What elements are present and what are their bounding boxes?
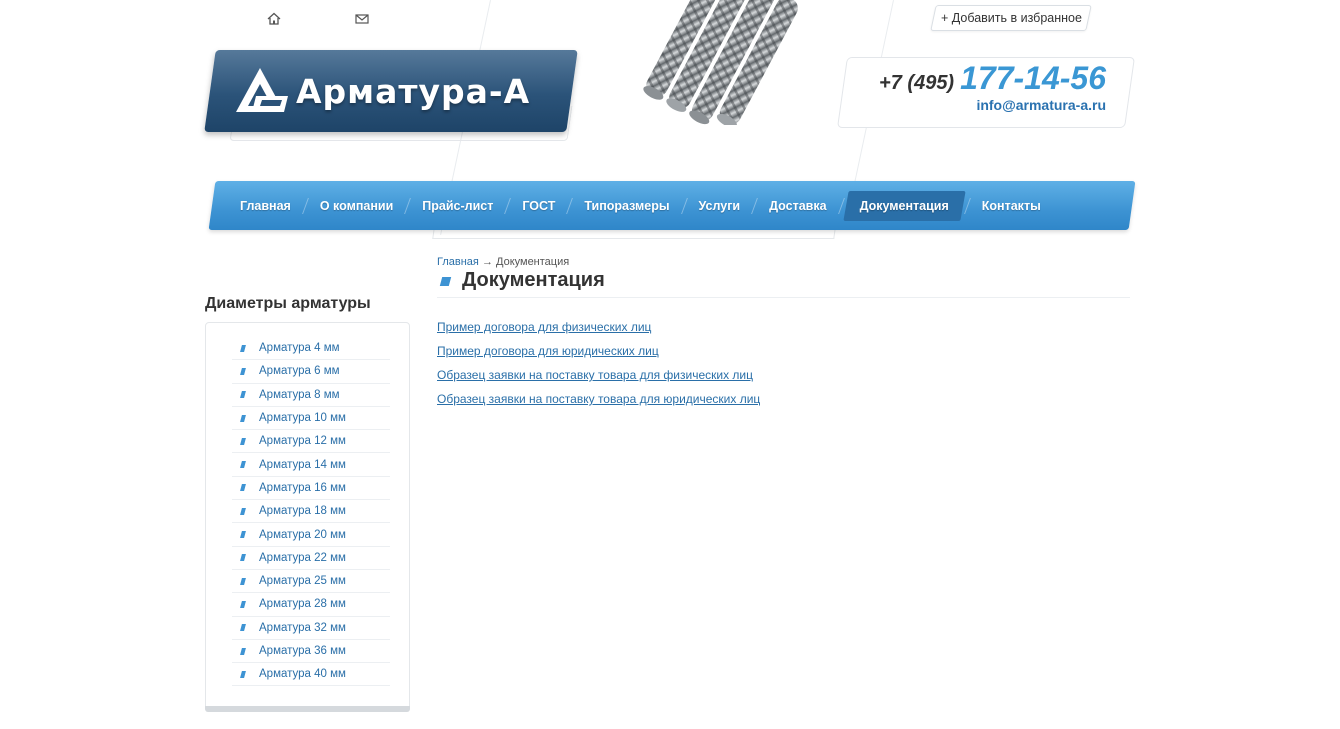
sidebar-item[interactable]: Арматура 20 мм (232, 523, 390, 547)
sidebar-title: Диаметры арматуры (205, 295, 371, 312)
sidebar-list: Арматура 4 мм Арматура 6 мм Арматура 8 м… (232, 337, 390, 687)
bullet-icon (240, 554, 246, 562)
add-to-favorites-label: + Добавить в избранное (940, 11, 1082, 25)
sidebar-item-label: Арматура 8 мм (259, 388, 340, 401)
add-to-favorites-button[interactable]: + Добавить в избранное (930, 5, 1092, 31)
logo-mark-icon (236, 68, 288, 112)
nav-item-documentation-label: Документация (859, 198, 949, 213)
sidebar-item-label: Арматура 22 мм (259, 551, 346, 564)
breadcrumb: Главная → Документация (437, 256, 569, 268)
sidebar-bottom-bar (205, 706, 410, 712)
bullet-icon (240, 577, 246, 585)
sidebar-item[interactable]: Арматура 40 мм (232, 663, 390, 687)
sidebar-item[interactable]: Арматура 28 мм (232, 593, 390, 617)
sidebar-item-label: Арматура 40 мм (259, 668, 346, 681)
page-heading: Документация (437, 269, 605, 292)
sidebar-item[interactable]: Арматура 12 мм (232, 430, 390, 454)
breadcrumb-separator: → (481, 256, 493, 268)
breadcrumb-home-link[interactable]: Главная (437, 256, 479, 268)
bullet-icon (240, 414, 246, 422)
bullet-icon (240, 344, 246, 352)
sidebar-item-label: Арматура 16 мм (259, 481, 346, 494)
doc-link-legal-order-form[interactable]: Образец заявки на поставку товара для юр… (437, 392, 760, 406)
logo-text: Арматура-А (296, 71, 531, 111)
bullet-icon (240, 484, 246, 492)
nav-item-home[interactable]: Главная (226, 193, 305, 219)
doc-link-individual-order-form[interactable]: Образец заявки на поставку товара для фи… (437, 368, 760, 382)
sidebar-item[interactable]: Арматура 16 мм (232, 477, 390, 501)
main-nav: Главная О компании Прайс-лист ГОСТ Типор… (226, 181, 1055, 230)
sidebar-item[interactable]: Арматура 22 мм (232, 547, 390, 570)
sidebar-item-label: Арматура 12 мм (259, 435, 346, 448)
sidebar-item[interactable]: Арматура 8 мм (232, 384, 390, 407)
nav-item-contacts[interactable]: Контакты (968, 193, 1055, 219)
phone-code: +7 (495) (879, 72, 955, 94)
bullet-icon (240, 670, 246, 678)
bullet-icon (240, 624, 246, 632)
bullet-icon (240, 367, 246, 375)
site-logo[interactable]: Арматура-А (204, 50, 578, 132)
sidebar-item-label: Арматура 36 мм (259, 645, 346, 657)
sidebar-item[interactable]: Арматура 36 мм (232, 640, 390, 664)
title-divider (437, 297, 1130, 298)
sidebar-item[interactable]: Арматура 4 мм (232, 337, 390, 361)
sidebar-item-label: Арматура 28 мм (259, 598, 346, 611)
nav-item-sizes[interactable]: Типоразмеры (570, 193, 683, 219)
bullet-icon (240, 461, 246, 469)
sidebar-item-label: Арматура 20 мм (259, 528, 346, 541)
nav-item-price-list[interactable]: Прайс-лист (408, 193, 507, 219)
document-links: Пример договора для физических лиц Приме… (437, 320, 760, 416)
bullet-icon (240, 647, 246, 655)
nav-item-documentation[interactable]: Документация (842, 190, 966, 221)
sidebar-item-label: Арматура 10 мм (259, 412, 346, 425)
nav-item-about[interactable]: О компании (306, 193, 407, 219)
sidebar-item-label: Арматура 25 мм (259, 575, 346, 588)
sidebar-item-label: Арматура 6 мм (259, 365, 340, 378)
sidebar-item[interactable]: Арматура 10 мм (232, 407, 390, 431)
sidebar-item-label: Арматура 32 мм (259, 621, 346, 634)
sidebar-item[interactable]: Арматура 32 мм (232, 617, 390, 640)
breadcrumb-current: Документация (496, 256, 570, 268)
bullet-icon (240, 531, 246, 539)
nav-item-delivery[interactable]: Доставка (755, 193, 840, 219)
phone[interactable]: +7 (495) 177-14-56 (879, 60, 1106, 97)
sidebar-item[interactable]: Арматура 6 мм (232, 360, 390, 384)
page-title: Документация (462, 269, 605, 291)
nav-item-gost[interactable]: ГОСТ (508, 193, 569, 219)
phone-number: 177-14-56 (960, 60, 1106, 96)
sidebar-item[interactable]: Арматура 14 мм (232, 453, 390, 477)
email-link[interactable]: info@armatura-a.ru (976, 97, 1106, 113)
doc-link-legal-contract[interactable]: Пример договора для юридических лиц (437, 344, 760, 358)
rebar-image (643, 0, 798, 125)
bullet-icon (240, 437, 246, 445)
title-marker-icon (439, 277, 452, 286)
nav-item-services[interactable]: Услуги (685, 193, 755, 219)
sidebar-item-label: Арматура 4 мм (259, 342, 340, 355)
doc-link-individual-contract[interactable]: Пример договора для физических лиц (437, 320, 760, 334)
bullet-icon (240, 507, 246, 515)
sidebar-item[interactable]: Арматура 25 мм (232, 570, 390, 594)
home-icon[interactable] (267, 12, 283, 26)
sidebar-item-label: Арматура 14 мм (259, 458, 346, 471)
bullet-icon (240, 391, 246, 399)
bullet-icon (240, 600, 246, 608)
sidebar-item-label: Арматура 18 мм (259, 505, 346, 518)
mail-icon[interactable] (355, 12, 371, 26)
sidebar-item[interactable]: Арматура 18 мм (232, 500, 390, 524)
